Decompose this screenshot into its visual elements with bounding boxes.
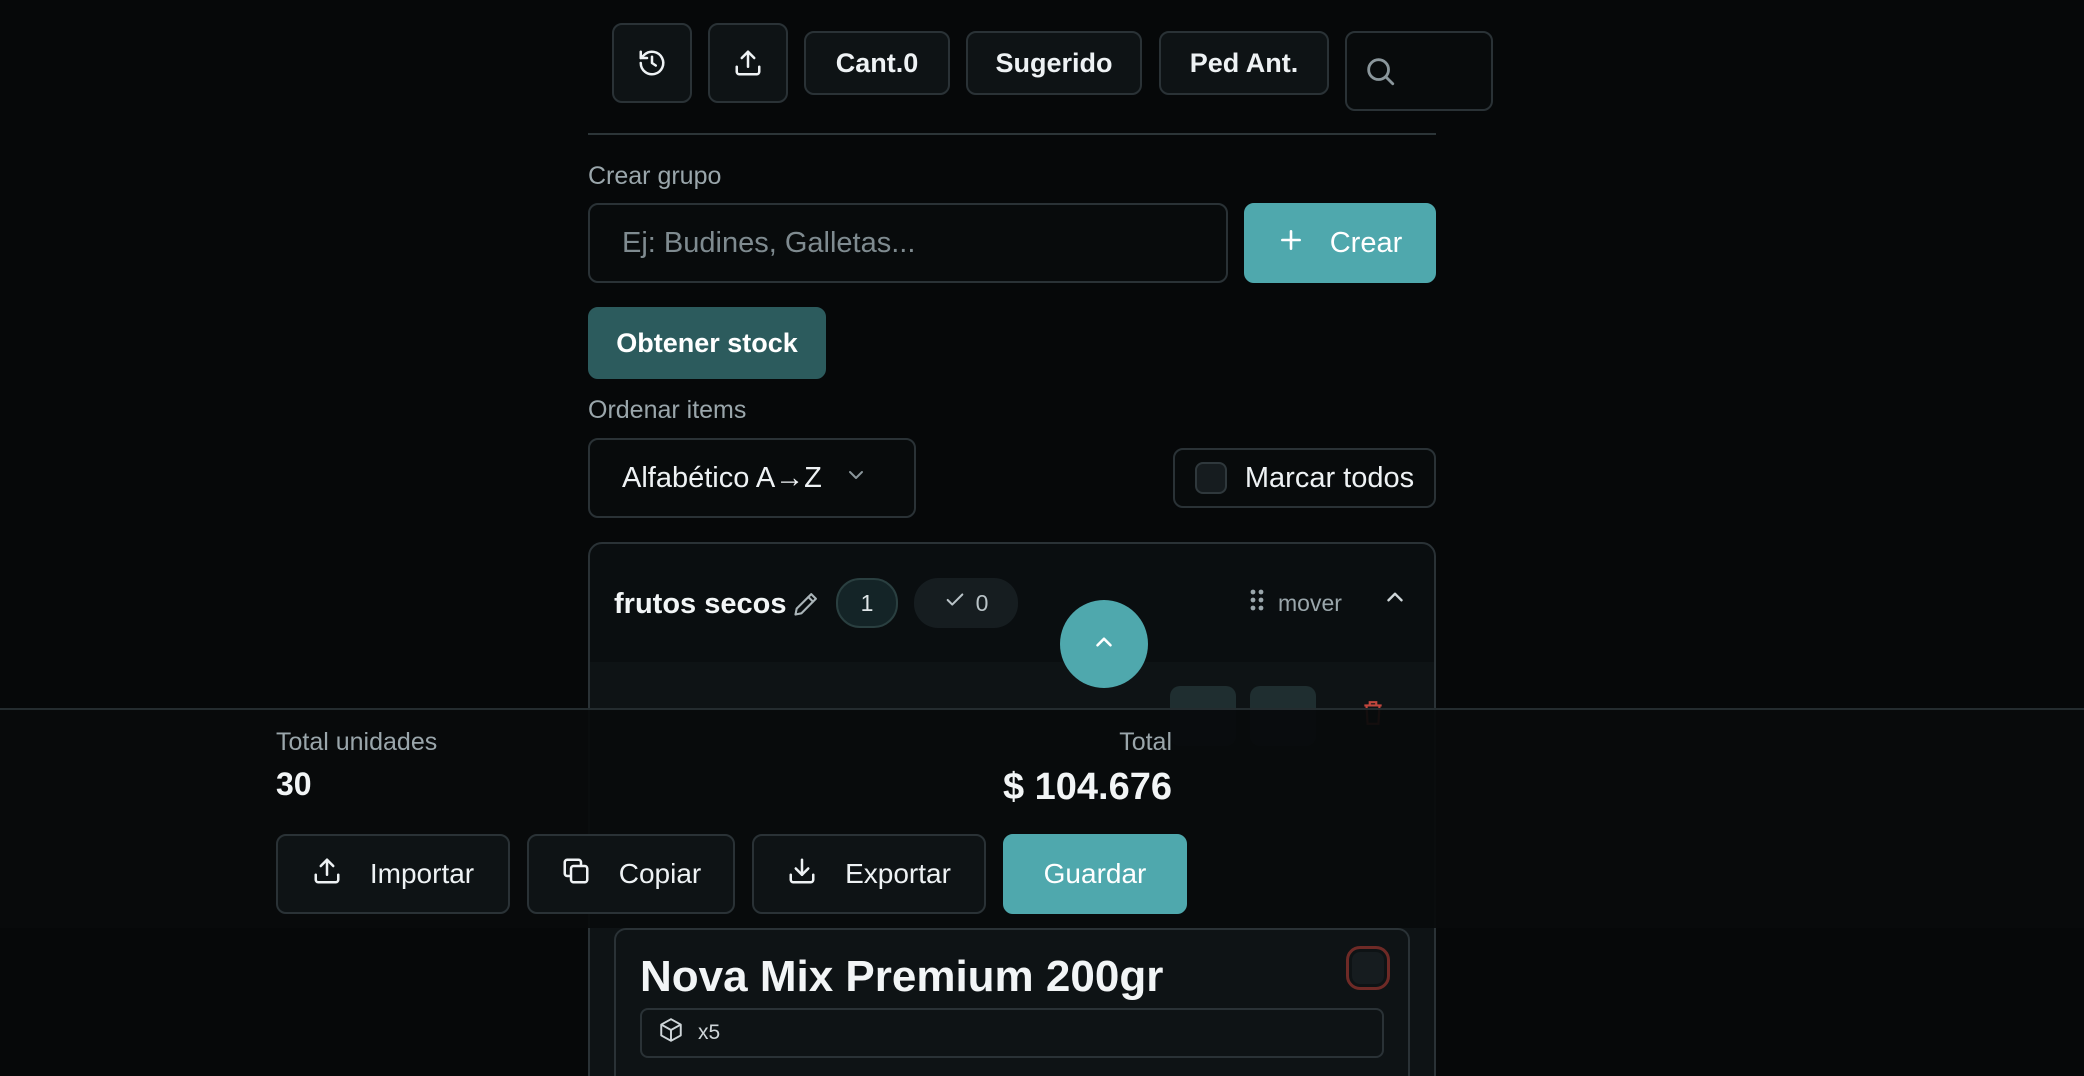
chevron-up-icon bbox=[1091, 629, 1117, 660]
import-button-label: Importar bbox=[369, 858, 475, 889]
history-button[interactable] bbox=[612, 23, 692, 103]
divider bbox=[588, 133, 1436, 135]
search-button[interactable] bbox=[1345, 31, 1493, 111]
mark-all-checkbox[interactable] bbox=[1194, 462, 1227, 494]
group-name-placeholder: Ej: Budines, Galletas... bbox=[622, 226, 916, 259]
get-stock-button[interactable]: Obtener stock bbox=[588, 307, 826, 379]
total-units-label: Total unidades bbox=[276, 728, 438, 756]
download-icon bbox=[787, 856, 817, 893]
scroll-top-button[interactable] bbox=[1060, 600, 1148, 688]
sort-items-label: Ordenar items bbox=[588, 396, 747, 424]
create-group-label: Crear grupo bbox=[588, 162, 722, 190]
item-count-value: 1 bbox=[860, 589, 874, 616]
chevron-up-icon[interactable] bbox=[1382, 584, 1408, 615]
item-name: Nova Mix Premium 200gr bbox=[640, 952, 1164, 1001]
totals-bar: Total unidades 30 Total $ 104.676 Import… bbox=[0, 708, 2084, 928]
pack-size-field[interactable]: x5 bbox=[640, 1008, 1384, 1058]
upload-icon bbox=[733, 48, 763, 78]
copy-icon bbox=[561, 856, 591, 893]
upload-button[interactable] bbox=[708, 23, 788, 103]
total-value: $ 104.676 bbox=[1002, 766, 1172, 808]
mark-all-label: Marcar todos bbox=[1244, 461, 1415, 494]
quantity-filter-button[interactable]: Cant.0 bbox=[804, 31, 950, 95]
export-button-label: Exportar bbox=[845, 858, 951, 889]
export-button[interactable]: Exportar bbox=[752, 834, 986, 914]
mark-all-toggle[interactable]: Marcar todos bbox=[1173, 448, 1436, 508]
package-icon bbox=[658, 1017, 684, 1049]
check-icon bbox=[944, 589, 966, 617]
chevron-down-icon bbox=[844, 463, 868, 494]
search-icon bbox=[1363, 54, 1397, 88]
history-icon bbox=[637, 48, 667, 78]
edit-pencil-icon[interactable] bbox=[792, 590, 820, 623]
move-label: mover bbox=[1278, 589, 1342, 616]
create-group-button[interactable]: Crear bbox=[1244, 203, 1436, 283]
copy-button[interactable]: Copiar bbox=[527, 834, 735, 914]
item-card: Nova Mix Premium 200gr x5 bbox=[614, 928, 1410, 1076]
pack-size-value: x5 bbox=[698, 1021, 721, 1044]
save-button[interactable]: Guardar bbox=[1003, 834, 1187, 914]
drag-grip-icon bbox=[1250, 588, 1264, 618]
total-label: Total bbox=[1119, 728, 1172, 756]
previous-order-button[interactable]: Ped Ant. bbox=[1159, 31, 1329, 95]
suggested-button[interactable]: Sugerido bbox=[966, 31, 1142, 95]
item-count-badge: 1 bbox=[836, 578, 898, 628]
sort-select[interactable]: Alfabético A→Z bbox=[588, 438, 916, 518]
plus-icon bbox=[1278, 227, 1304, 260]
item-checkbox[interactable] bbox=[1346, 946, 1390, 990]
checked-count-value: 0 bbox=[975, 589, 989, 616]
move-handle[interactable]: mover bbox=[1250, 588, 1342, 618]
sort-select-value: Alfabético A→Z bbox=[622, 461, 822, 494]
copy-button-label: Copiar bbox=[618, 858, 702, 889]
upload-icon bbox=[312, 856, 342, 893]
create-group-button-label: Crear bbox=[1329, 226, 1403, 259]
import-button[interactable]: Importar bbox=[276, 834, 510, 914]
total-units-value: 30 bbox=[276, 766, 312, 802]
group-name-input[interactable]: Ej: Budines, Galletas... bbox=[588, 203, 1228, 283]
checked-count-badge: 0 bbox=[914, 578, 1018, 628]
group-name: frutos secos bbox=[614, 588, 787, 620]
